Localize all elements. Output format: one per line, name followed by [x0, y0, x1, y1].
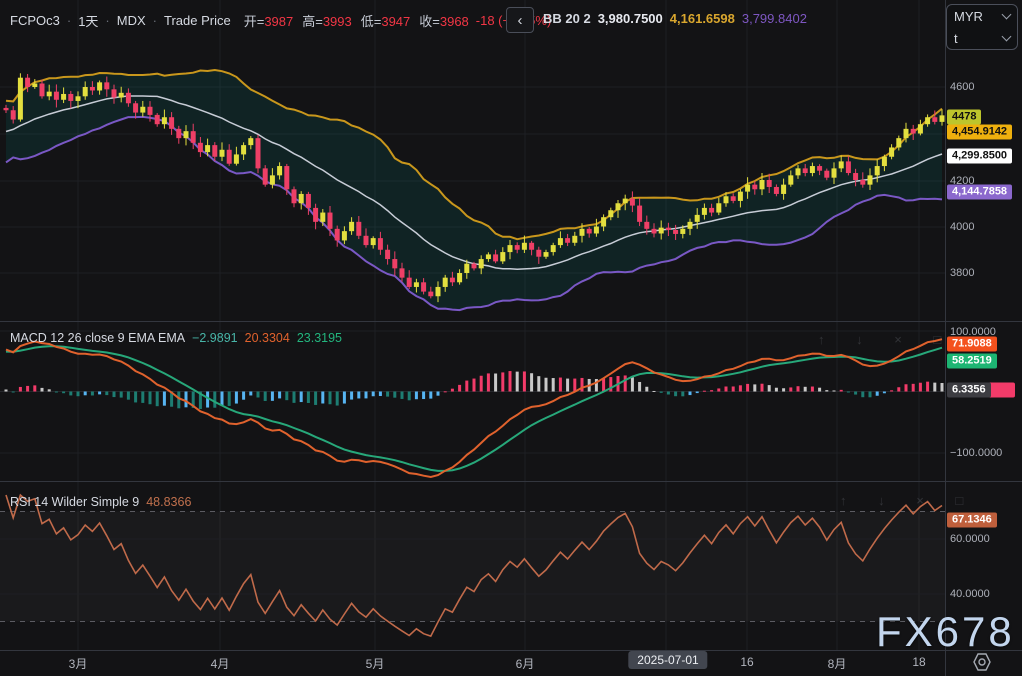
- bb-lower-value: 3,799.8402: [742, 11, 807, 26]
- ohlc-item-3: 收=3968: [419, 11, 469, 30]
- currency-dropdown[interactable]: MYR: [947, 5, 1017, 27]
- unit-value: t: [954, 31, 958, 46]
- price-pane-chart[interactable]: [0, 0, 945, 321]
- rsi-title: RSI 14 Wilder Simple 9: [10, 495, 139, 509]
- separator-dot: ·: [153, 13, 157, 28]
- price-tick: 4000: [950, 221, 974, 233]
- trading-chart-app: FCPOc3 · 1天 · MDX · Trade Price 开=3987 高=…: [0, 0, 1022, 676]
- bb-basis-value: 3,980.7500: [598, 11, 663, 26]
- ohlc-values: 开=3987 高=3993 低=3947 收=3968: [244, 11, 469, 30]
- currency-value: MYR: [954, 9, 983, 24]
- separator-dot: ·: [105, 13, 109, 28]
- chevron-down-icon: [1002, 32, 1012, 42]
- price-tick: 60.0000: [950, 533, 990, 545]
- bb-upper-value: 4,161.6598: [670, 11, 735, 26]
- crosshair-date-badge: 2025-07-01: [628, 651, 707, 669]
- ohlc-item-2: 低=3947: [361, 11, 411, 30]
- price-tick: 40.0000: [950, 588, 990, 600]
- macd-signal-value: 23.3195: [297, 331, 342, 345]
- rsi-legend[interactable]: RSI 14 Wilder Simple 9 48.8366: [10, 495, 191, 509]
- time-tick: 16: [740, 655, 753, 669]
- separator-dot: ·: [67, 13, 71, 28]
- pane-separator-macd[interactable]: [0, 321, 1022, 322]
- exchange-label: MDX: [117, 13, 146, 28]
- time-tick: 3月: [69, 655, 88, 672]
- currency-unit-selector: MYR t: [946, 4, 1018, 50]
- price-badge: 4,144.7858: [947, 185, 1012, 200]
- price-badge: 58.2519: [947, 354, 997, 369]
- bb-legend[interactable]: BB 20 2 3,980.7500 4,161.6598 3,799.8402: [543, 11, 807, 26]
- fx678-watermark: FX678: [876, 608, 1015, 656]
- price-badge: 4,454.9142: [947, 125, 1012, 140]
- interval-label[interactable]: 1天: [78, 11, 98, 30]
- rsi-pane-controls[interactable]: ↑ ↓ × □: [840, 493, 977, 508]
- symbol-legend[interactable]: FCPOc3 · 1天 · MDX · Trade Price 开=3987 高=…: [10, 11, 551, 30]
- price-tick: −100.0000: [950, 447, 1002, 459]
- ohlc-item-1: 高=3993: [302, 11, 352, 30]
- time-tick: 18: [912, 655, 925, 669]
- time-tick: 5月: [366, 655, 385, 672]
- price-tick: 4600: [950, 81, 974, 93]
- price-badge: 6.3356: [947, 383, 991, 398]
- chevron-down-icon: [1002, 10, 1012, 20]
- pane-separator-rsi[interactable]: [0, 481, 1022, 482]
- macd-line-value: 20.3304: [245, 331, 290, 345]
- price-badge: 4,299.8500: [947, 149, 1012, 164]
- price-badge: 67.1346: [947, 513, 997, 528]
- price-badge: 71.9088: [947, 337, 997, 352]
- rsi-value: 48.8366: [146, 495, 191, 509]
- ohlc-item-0: 开=3987: [244, 11, 294, 30]
- collapse-legend-button[interactable]: ‹: [506, 7, 534, 33]
- macd-hist-value: −2.9891: [192, 331, 238, 345]
- macd-pane-controls[interactable]: ↑ ↓ × □: [818, 332, 955, 347]
- symbol-name[interactable]: FCPOc3: [10, 13, 60, 28]
- time-tick: 6月: [516, 655, 535, 672]
- series-type-label: Trade Price: [164, 13, 231, 28]
- price-badge: 4478: [947, 110, 981, 125]
- price-tick: 3800: [950, 267, 974, 279]
- macd-title: MACD 12 26 close 9 EMA EMA: [10, 331, 185, 345]
- unit-dropdown[interactable]: t: [947, 27, 1017, 49]
- macd-pane-chart[interactable]: [0, 322, 945, 481]
- time-tick: 4月: [211, 655, 230, 672]
- time-axis-border: [0, 650, 1022, 651]
- macd-legend[interactable]: MACD 12 26 close 9 EMA EMA −2.9891 20.33…: [10, 331, 342, 345]
- chevron-left-icon: ‹: [518, 12, 523, 29]
- time-tick: 8月: [828, 655, 847, 672]
- bb-title: BB 20 2: [543, 11, 591, 26]
